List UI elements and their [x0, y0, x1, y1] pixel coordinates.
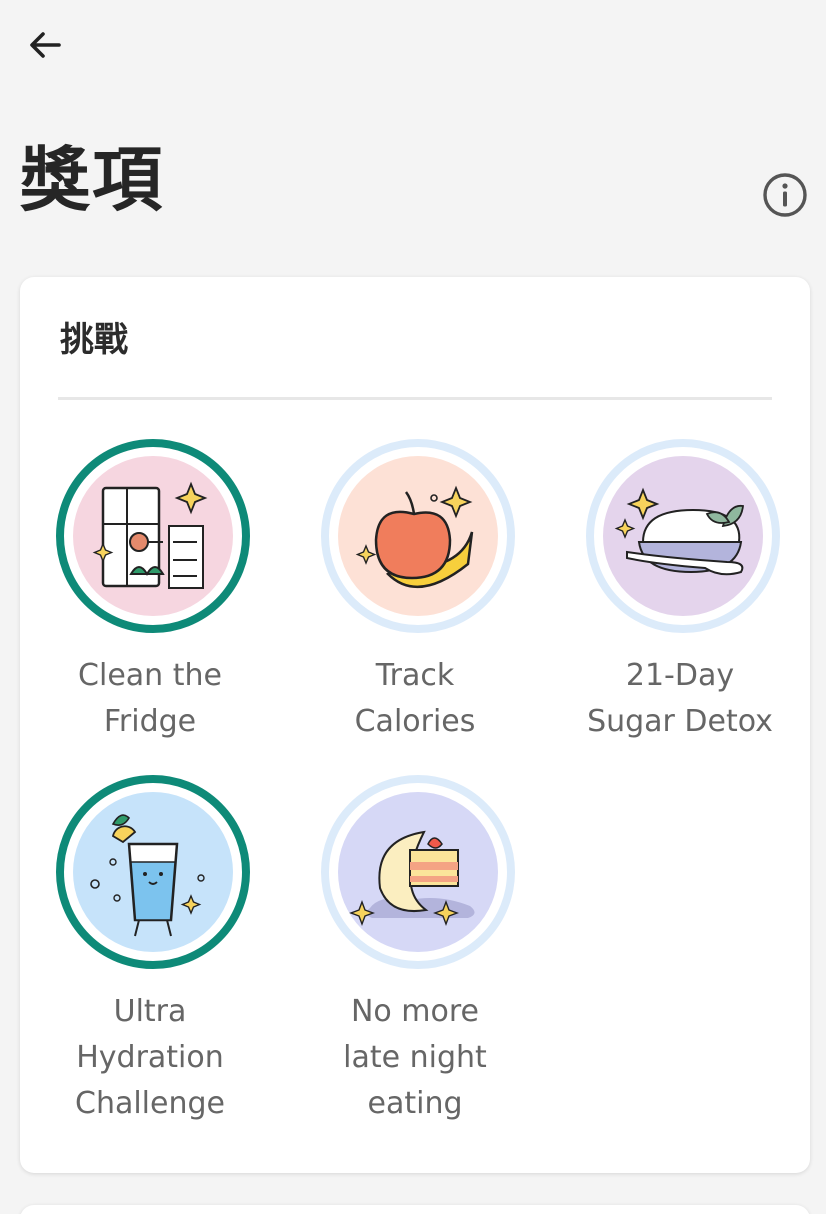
badge-label-line: 21-Day [625, 658, 735, 693]
badge-label: No more late night eating [285, 989, 545, 1127]
badge-ring [56, 775, 250, 969]
badge-label-line: Fridge [103, 704, 197, 739]
badge-label-line: Hydration [76, 1040, 224, 1075]
fridge-icon [73, 456, 233, 616]
badge-label-line: No more [350, 994, 480, 1029]
badge-label: 21-Day Sugar Detox [550, 653, 810, 745]
badge-label-line: Clean the [78, 658, 222, 693]
badge-label-line: Sugar Detox [587, 704, 773, 739]
badge-ring [56, 439, 250, 633]
section-title: 挑戰 [60, 320, 128, 360]
next-section-card [20, 1205, 810, 1214]
apple-banana-icon [338, 456, 498, 616]
badge-label-line: Calories [354, 704, 476, 739]
challenges-card: 挑戰 Clean the Fridge Track Calories 21-Da… [20, 277, 810, 1173]
badge-label-line: eating [367, 1086, 463, 1121]
divider [58, 397, 772, 400]
badge-ring [586, 439, 780, 633]
info-circle-icon [763, 173, 807, 217]
badge-label-line: Track [375, 658, 455, 693]
badge-label-line: Challenge [75, 1086, 225, 1121]
badge-label: Clean the Fridge [20, 653, 280, 745]
arrow-left-icon [30, 32, 61, 58]
water-glass-icon [73, 792, 233, 952]
badge-label-line: late night [343, 1040, 487, 1075]
badge-label: Ultra Hydration Challenge [20, 989, 280, 1127]
sugar-bowl-icon [603, 456, 763, 616]
awards-screen: 獎項 挑戰 Clean the Fridge Track Calories 21… [0, 0, 826, 1214]
page-title: 獎項 [20, 139, 164, 221]
moon-cake-icon [338, 792, 498, 952]
back-button[interactable] [18, 20, 72, 70]
badge-ring [321, 775, 515, 969]
info-button[interactable] [760, 170, 810, 220]
badge-label: Track Calories [285, 653, 545, 745]
badge-ring [321, 439, 515, 633]
badge-label-line: Ultra [113, 994, 187, 1029]
